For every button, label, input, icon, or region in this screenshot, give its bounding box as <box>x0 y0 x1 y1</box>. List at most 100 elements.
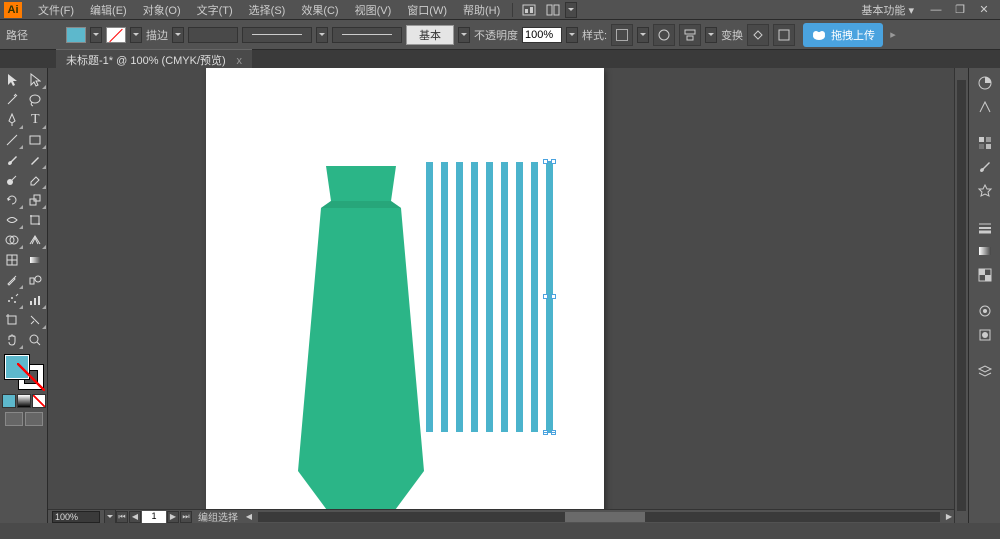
color-panel-icon[interactable] <box>973 72 997 94</box>
brush-dropdown[interactable] <box>458 27 470 43</box>
direct-selection-tool[interactable] <box>24 70 48 90</box>
opacity-input[interactable] <box>522 27 562 43</box>
menu-file[interactable]: 文件(F) <box>30 0 82 20</box>
scroll-right-button[interactable]: ▶ <box>944 512 954 522</box>
gradient-tool[interactable] <box>24 250 48 270</box>
color-mode-none[interactable] <box>32 394 46 408</box>
paintbrush-tool[interactable] <box>0 150 24 170</box>
stroke-weight-input[interactable] <box>188 27 238 43</box>
appearance-panel-icon[interactable] <box>973 300 997 322</box>
color-mode-gradient[interactable] <box>17 394 31 408</box>
color-mode-solid[interactable] <box>2 394 16 408</box>
transform-icon[interactable] <box>773 24 795 46</box>
selection-tool[interactable] <box>0 70 24 90</box>
minimize-button[interactable]: — <box>924 4 948 16</box>
eraser-tool[interactable] <box>24 170 48 190</box>
type-tool[interactable]: T <box>24 110 48 130</box>
bridge-icon[interactable] <box>519 2 539 18</box>
stroke-panel-icon[interactable] <box>973 216 997 238</box>
first-artboard-button[interactable]: ⏮ <box>116 511 128 523</box>
stroke-profile[interactable] <box>242 27 312 43</box>
stroke-weight-dropdown[interactable] <box>172 27 184 43</box>
screen-mode-full[interactable] <box>25 412 43 426</box>
brush-basic[interactable]: 基本 <box>406 25 454 45</box>
zoom-tool[interactable] <box>24 330 48 350</box>
selection-handle[interactable] <box>551 430 556 435</box>
stripe[interactable] <box>516 162 523 432</box>
scrollbar-thumb[interactable] <box>565 512 645 522</box>
recolor-icon[interactable] <box>653 24 675 46</box>
tie-shape[interactable] <box>296 166 426 523</box>
scrollbar-track[interactable] <box>957 80 966 511</box>
blob-brush-tool[interactable] <box>0 170 24 190</box>
fill-dropdown[interactable] <box>90 27 102 43</box>
upload-button[interactable]: 拖拽上传 <box>803 23 883 47</box>
selection-handle[interactable] <box>543 294 548 299</box>
magic-wand-tool[interactable] <box>0 90 24 110</box>
menu-view[interactable]: 视图(V) <box>347 0 400 20</box>
transform-label[interactable]: 变换 <box>721 27 743 43</box>
document-tab-close[interactable]: x <box>236 55 242 67</box>
stripe[interactable] <box>441 162 448 432</box>
stroke-color[interactable] <box>18 364 44 390</box>
menu-help[interactable]: 帮助(H) <box>455 0 508 20</box>
gradient-panel-icon[interactable] <box>973 240 997 262</box>
stripe[interactable] <box>501 162 508 432</box>
menu-effect[interactable]: 效果(C) <box>293 0 346 20</box>
align-icon[interactable] <box>679 24 701 46</box>
fill-stroke-control[interactable] <box>4 354 44 390</box>
vertical-scrollbar[interactable] <box>954 68 968 523</box>
style-dropdown[interactable] <box>637 27 649 43</box>
selection-handle[interactable] <box>543 159 548 164</box>
workspace-switcher[interactable]: 基本功能 ▾ <box>851 0 924 20</box>
stripes-group[interactable] <box>426 162 553 432</box>
stripe[interactable] <box>486 162 493 432</box>
maximize-button[interactable]: ❐ <box>948 3 972 16</box>
rotate-tool[interactable] <box>0 190 24 210</box>
rectangle-tool[interactable] <box>24 130 48 150</box>
menu-type[interactable]: 文字(T) <box>189 0 241 20</box>
eyedropper-tool[interactable] <box>0 270 24 290</box>
symbols-panel-icon[interactable] <box>973 180 997 202</box>
scale-tool[interactable] <box>24 190 48 210</box>
scroll-left-button[interactable]: ◀ <box>244 512 254 522</box>
style-swatch[interactable] <box>611 24 633 46</box>
shape-builder-tool[interactable] <box>0 230 24 250</box>
fill-swatch[interactable] <box>66 27 86 43</box>
stripe[interactable] <box>471 162 478 432</box>
slice-tool[interactable] <box>24 310 48 330</box>
menu-select[interactable]: 选择(S) <box>241 0 294 20</box>
stroke-profile-dropdown[interactable] <box>316 27 328 43</box>
canvas-area[interactable]: ⏮ ◀ 1 ▶ ⏭ 编组选择 ◀ ▶ <box>48 68 954 523</box>
symbol-sprayer-tool[interactable] <box>0 290 24 310</box>
color-guide-icon[interactable] <box>973 96 997 118</box>
document-tab[interactable]: 未标题-1* @ 100% (CMYK/预览) x <box>56 49 252 70</box>
stroke-label[interactable]: 描边 <box>146 27 168 43</box>
lasso-tool[interactable] <box>24 90 48 110</box>
menu-window[interactable]: 窗口(W) <box>399 0 455 20</box>
artboard[interactable] <box>206 68 604 523</box>
stripe[interactable] <box>531 162 538 432</box>
opacity-label[interactable]: 不透明度 <box>474 27 518 43</box>
mesh-tool[interactable] <box>0 250 24 270</box>
selection-handle[interactable] <box>551 159 556 164</box>
last-artboard-button[interactable]: ⏭ <box>180 511 192 523</box>
panel-menu-icon[interactable]: ▸ <box>887 28 899 41</box>
stroke-swatch[interactable] <box>106 27 126 43</box>
stroke-dropdown[interactable] <box>130 27 142 43</box>
menu-edit[interactable]: 编辑(E) <box>82 0 135 20</box>
arrange-icon[interactable] <box>543 2 563 18</box>
artboard-tool[interactable] <box>0 310 24 330</box>
opacity-dropdown[interactable] <box>566 27 578 43</box>
swatches-panel-icon[interactable] <box>973 132 997 154</box>
hand-tool[interactable] <box>0 330 24 350</box>
brush-preview[interactable] <box>332 27 402 43</box>
stripe[interactable] <box>456 162 463 432</box>
blend-tool[interactable] <box>24 270 48 290</box>
graphic-styles-panel-icon[interactable] <box>973 324 997 346</box>
artboard-number[interactable]: 1 <box>142 511 166 523</box>
pencil-tool[interactable] <box>24 150 48 170</box>
align-dropdown[interactable] <box>705 27 717 43</box>
selection-handle[interactable] <box>551 294 556 299</box>
transparency-panel-icon[interactable] <box>973 264 997 286</box>
